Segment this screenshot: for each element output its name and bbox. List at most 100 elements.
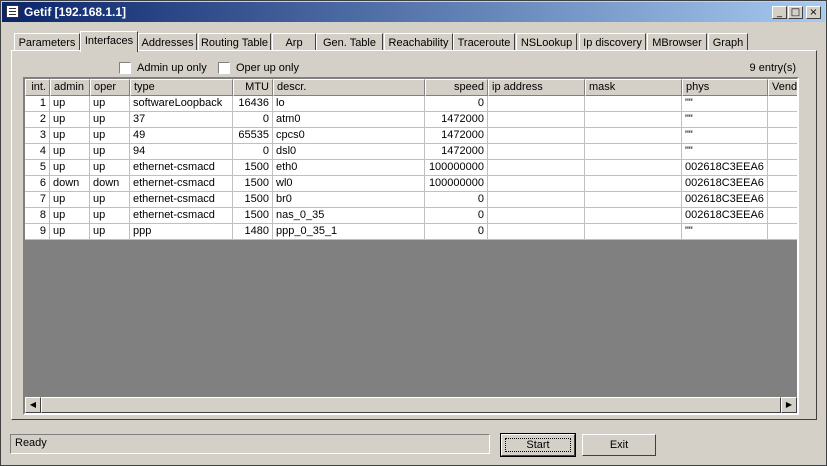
scroll-left-icon[interactable]: ◀ — [25, 397, 41, 413]
column-header-7[interactable]: ip address — [488, 79, 585, 96]
table-cell: 1472000 — [425, 128, 488, 144]
table-cell — [488, 128, 585, 144]
tab-ip-discovery[interactable]: Ip discovery — [579, 33, 646, 51]
table-cell: down — [50, 176, 90, 192]
table-cell: down — [90, 176, 130, 192]
tab-reachability[interactable]: Reachability — [384, 33, 453, 51]
column-header-2[interactable]: oper — [90, 79, 130, 96]
exit-button[interactable]: Exit — [582, 434, 656, 456]
start-button[interactable]: Start — [500, 433, 576, 457]
table-cell: 1500 — [233, 176, 273, 192]
scroll-right-icon[interactable]: ▶ — [781, 397, 797, 413]
tab-routing-table[interactable]: Routing Table — [198, 33, 271, 51]
column-header-8[interactable]: mask — [585, 79, 682, 96]
table-row[interactable]: 4 up up 94 0 dsl0 1472000 "" — [25, 144, 797, 160]
table-cell — [585, 144, 682, 160]
table-cell — [488, 176, 585, 192]
table-cell: 100000000 — [425, 160, 488, 176]
column-header-0[interactable]: int. — [25, 79, 50, 96]
table-cell — [488, 192, 585, 208]
tab-mbrowser[interactable]: MBrowser — [647, 33, 707, 51]
table-cell: up — [50, 160, 90, 176]
table-cell: up — [90, 112, 130, 128]
column-header-5[interactable]: descr. — [273, 79, 425, 96]
app-icon — [6, 5, 19, 18]
horizontal-scrollbar[interactable]: ◀ ▶ — [25, 397, 797, 413]
table-cell: "" — [682, 128, 768, 144]
table-cell: up — [90, 160, 130, 176]
tab-gen-table[interactable]: Gen. Table — [316, 33, 383, 51]
admin-up-only-label: Admin up only — [137, 62, 207, 74]
tab-arp[interactable]: Arp — [272, 33, 316, 51]
table-cell: up — [90, 208, 130, 224]
table-cell: 2 — [25, 112, 50, 128]
table-cell — [768, 192, 797, 208]
oper-up-only-label: Oper up only — [236, 62, 299, 74]
table-cell — [768, 96, 797, 112]
table-row[interactable]: 7 up up ethernet-csmacd 1500 br0 0 002618C3EEA6 — [25, 192, 797, 208]
table-cell: 1500 — [233, 192, 273, 208]
table-cell — [488, 160, 585, 176]
table-cell: softwareLoopback — [130, 96, 233, 112]
scroll-thumb[interactable] — [41, 397, 781, 413]
table-row[interactable]: 9 up up ppp 1480 ppp_0_35_1 0 "" — [25, 224, 797, 240]
table-header: int. admin oper type MTU descr. speed ip addres… — [25, 79, 797, 96]
table-cell — [585, 192, 682, 208]
table-cell — [488, 96, 585, 112]
table-cell — [585, 160, 682, 176]
table-cell: up — [90, 96, 130, 112]
table-cell — [585, 208, 682, 224]
table-cell: ppp — [130, 224, 233, 240]
main-window: Getif [192.168.1.1] _ □ × Parameters Inte… — [0, 0, 827, 466]
oper-up-only-box[interactable] — [218, 62, 230, 74]
interfaces-list[interactable]: int. admin oper type MTU descr. speed ip addres… — [23, 77, 799, 415]
table-cell: ethernet-csmacd — [130, 176, 233, 192]
table-row[interactable]: 3 up up 49 65535 cpcs0 1472000 "" — [25, 128, 797, 144]
table-cell: ethernet-csmacd — [130, 208, 233, 224]
column-header-10[interactable]: Vendo — [768, 79, 797, 96]
table-row[interactable]: 8 up up ethernet-csmacd 1500 nas_0_35 0 002618C… — [25, 208, 797, 224]
table-cell: 49 — [130, 128, 233, 144]
table-cell: 002618C3EEA6 — [682, 160, 768, 176]
minimize-button[interactable]: _ — [772, 6, 787, 19]
table-row[interactable]: 2 up up 37 0 atm0 1472000 "" — [25, 112, 797, 128]
table-cell: ethernet-csmacd — [130, 160, 233, 176]
table-cell: 94 — [130, 144, 233, 160]
tab-addresses[interactable]: Addresses — [138, 33, 197, 51]
admin-up-only-box[interactable] — [119, 62, 131, 74]
tab-parameters[interactable]: Parameters — [14, 33, 80, 51]
table-cell: 16436 — [233, 96, 273, 112]
table-cell: "" — [682, 112, 768, 128]
tab-traceroute[interactable]: Traceroute — [453, 33, 515, 51]
tab-nslookup[interactable]: NSLookup — [516, 33, 577, 51]
column-header-4[interactable]: MTU — [233, 79, 273, 96]
table-cell: 5 — [25, 160, 50, 176]
table-cell: 6 — [25, 176, 50, 192]
table-cell: 37 — [130, 112, 233, 128]
close-button[interactable]: × — [806, 6, 821, 19]
column-header-3[interactable]: type — [130, 79, 233, 96]
table-cell — [768, 224, 797, 240]
maximize-button[interactable]: □ — [788, 6, 803, 19]
column-header-1[interactable]: admin — [50, 79, 90, 96]
table-cell: 0 — [233, 144, 273, 160]
table-cell: "" — [682, 144, 768, 160]
table-cell: cpcs0 — [273, 128, 425, 144]
table-cell — [585, 128, 682, 144]
table-row[interactable]: 1 up up softwareLoopback 16436 lo 0 "" — [25, 96, 797, 112]
table-cell: 1 — [25, 96, 50, 112]
column-header-6[interactable]: speed — [425, 79, 488, 96]
column-header-9[interactable]: phys — [682, 79, 768, 96]
table-cell: up — [50, 96, 90, 112]
table-cell: up — [50, 192, 90, 208]
table-cell: 002618C3EEA6 — [682, 176, 768, 192]
table-row[interactable]: 5 up up ethernet-csmacd 1500 eth0 100000000 002… — [25, 160, 797, 176]
table-cell: nas_0_35 — [273, 208, 425, 224]
tab-graph[interactable]: Graph — [708, 33, 748, 51]
table-cell: up — [50, 208, 90, 224]
tab-interfaces[interactable]: Interfaces — [80, 31, 138, 52]
table-cell: 3 — [25, 128, 50, 144]
table-cell — [488, 224, 585, 240]
table-cell — [488, 208, 585, 224]
table-row[interactable]: 6 down down ethernet-csmacd 1500 wl0 100000000… — [25, 176, 797, 192]
